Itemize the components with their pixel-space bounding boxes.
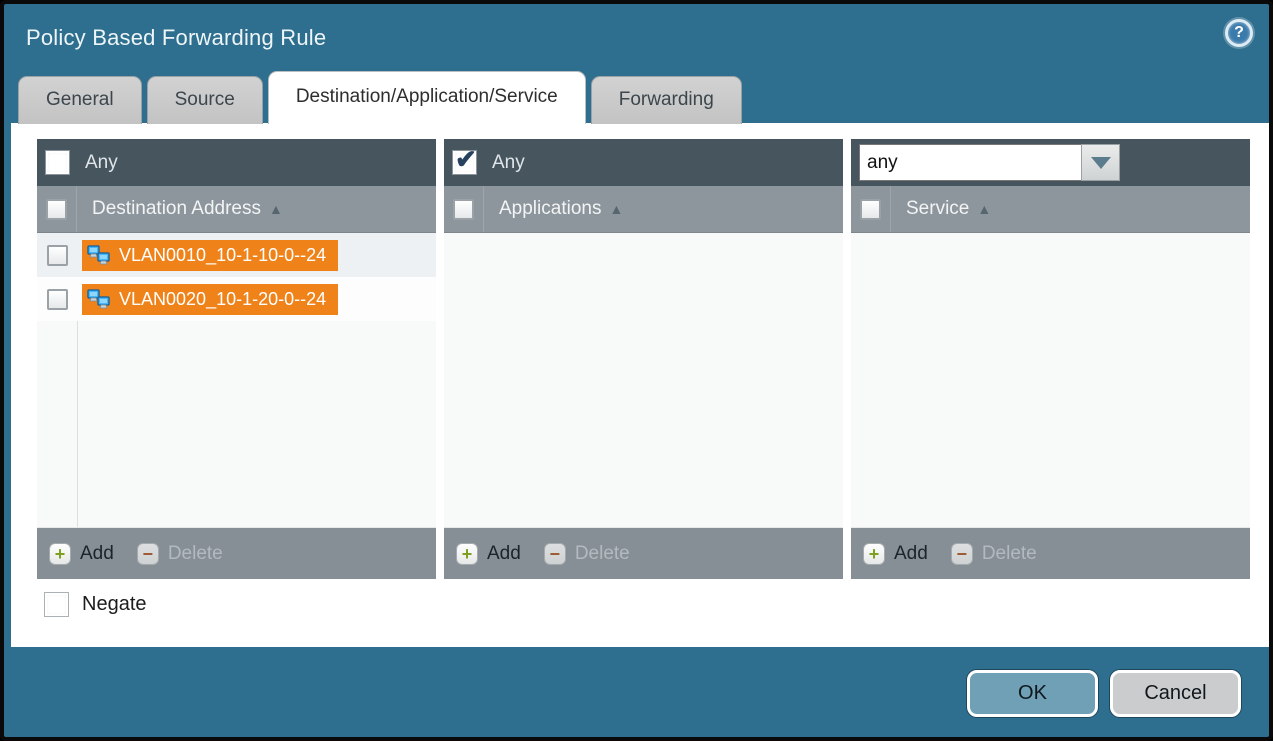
destination-select-all-checkbox[interactable] (46, 199, 67, 220)
destination-address-header: Destination Address ▲ (37, 186, 436, 233)
pbf-rule-dialog: Policy Based Forwarding Rule ? General S… (0, 0, 1273, 741)
delete-icon: − (137, 543, 159, 565)
applications-any-bar: ✔ Any (444, 139, 843, 186)
service-type-dropdown-button[interactable] (1081, 144, 1120, 181)
destination-address-row[interactable]: VLAN0020_10-1-20-0--24 (37, 277, 436, 321)
destination-address-list: VLAN0010_10-1-10-0--24 (37, 233, 436, 527)
destination-any-checkbox[interactable] (45, 150, 70, 175)
sort-asc-icon[interactable]: ▲ (977, 201, 991, 217)
negate-label: Negate (82, 593, 147, 616)
tab-general[interactable]: General (18, 76, 142, 124)
service-header-label[interactable]: Service (906, 198, 969, 220)
address-object-pill[interactable]: VLAN0010_10-1-10-0--24 (82, 240, 338, 271)
address-object-icon (87, 289, 111, 309)
service-list (851, 233, 1250, 527)
checkmark-icon: ✔ (455, 144, 477, 175)
service-add-button[interactable]: Add (894, 543, 928, 565)
destination-address-row[interactable]: VLAN0010_10-1-10-0--24 (37, 233, 436, 277)
ok-button[interactable]: OK (967, 670, 1098, 717)
service-footer: + Add − Delete (851, 527, 1250, 579)
sort-asc-icon[interactable]: ▲ (269, 201, 283, 217)
dialog-actions: OK Cancel (967, 670, 1241, 717)
service-column: any Service ▲ + Add − (851, 139, 1250, 579)
destination-any-bar: Any (37, 139, 436, 186)
destination-delete-button: Delete (168, 543, 223, 565)
service-type-value[interactable]: any (859, 144, 1081, 181)
address-object-label: VLAN0010_10-1-10-0--24 (119, 245, 326, 266)
service-select-all-checkbox[interactable] (860, 199, 881, 220)
address-object-icon (87, 245, 111, 265)
destination-address-header-label[interactable]: Destination Address (92, 198, 261, 220)
tab-source[interactable]: Source (147, 76, 263, 124)
help-icon[interactable]: ? (1225, 19, 1253, 47)
service-header: Service ▲ (851, 186, 1250, 233)
add-icon[interactable]: + (863, 543, 885, 565)
applications-add-button[interactable]: Add (487, 543, 521, 565)
row-checkbox[interactable] (47, 245, 68, 266)
destination-address-column: Any Destination Address ▲ (37, 139, 436, 579)
add-icon[interactable]: + (456, 543, 478, 565)
negate-checkbox[interactable] (44, 592, 69, 617)
address-object-label: VLAN0020_10-1-20-0--24 (119, 289, 326, 310)
sort-asc-icon[interactable]: ▲ (609, 201, 623, 217)
negate-option: Negate (44, 592, 1270, 617)
row-checkbox[interactable] (47, 289, 68, 310)
service-dropdown-bar: any (851, 139, 1250, 186)
address-object-pill[interactable]: VLAN0020_10-1-20-0--24 (82, 284, 338, 315)
tab-bar: General Source Destination/Application/S… (18, 71, 742, 124)
service-delete-button: Delete (982, 543, 1037, 565)
delete-icon: − (951, 543, 973, 565)
delete-icon: − (544, 543, 566, 565)
dialog-title: Policy Based Forwarding Rule (26, 25, 326, 51)
dropdown-arrow-icon (1091, 157, 1111, 169)
applications-list (444, 233, 843, 527)
destination-add-button[interactable]: Add (80, 543, 114, 565)
applications-any-label: Any (492, 152, 525, 174)
applications-footer: + Add − Delete (444, 527, 843, 579)
applications-any-checkbox[interactable]: ✔ (452, 150, 477, 175)
destination-any-label: Any (85, 152, 118, 174)
service-type-dropdown[interactable]: any (859, 144, 1120, 181)
applications-select-all-checkbox[interactable] (453, 199, 474, 220)
destination-footer: + Add − Delete (37, 527, 436, 579)
applications-header: Applications ▲ (444, 186, 843, 233)
applications-delete-button: Delete (575, 543, 630, 565)
tab-forwarding[interactable]: Forwarding (591, 76, 742, 124)
applications-column: ✔ Any Applications ▲ + Add − Delete (444, 139, 843, 579)
add-icon[interactable]: + (49, 543, 71, 565)
cancel-button[interactable]: Cancel (1110, 670, 1241, 717)
applications-header-label[interactable]: Applications (499, 198, 601, 220)
tab-destination-application-service[interactable]: Destination/Application/Service (268, 71, 586, 124)
tab-content-panel: Any Destination Address ▲ (11, 123, 1270, 647)
